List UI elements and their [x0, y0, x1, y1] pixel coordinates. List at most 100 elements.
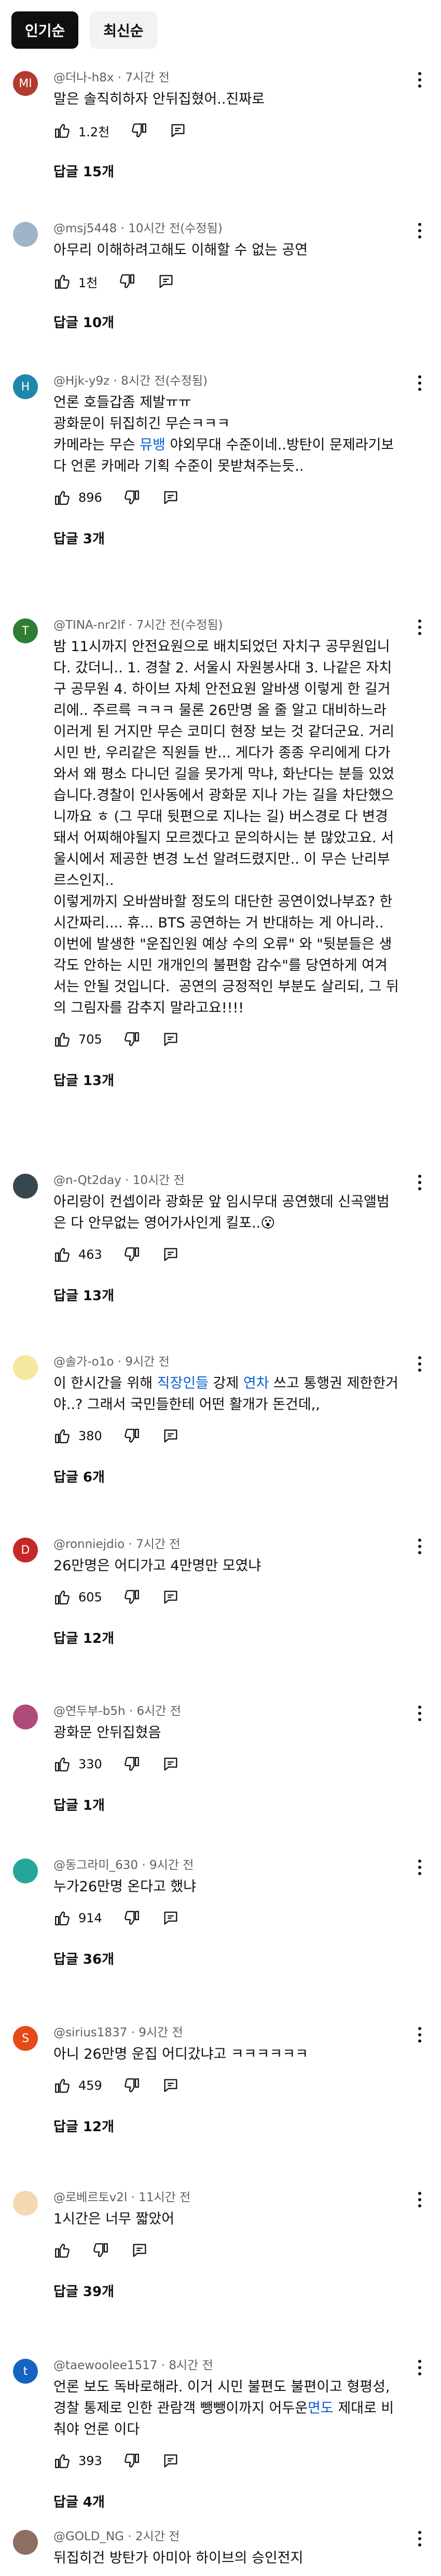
reply-button[interactable]	[157, 273, 175, 290]
dislike-button[interactable]	[123, 1588, 141, 1606]
like-button[interactable]	[53, 2242, 71, 2259]
avatar[interactable]: S	[13, 2026, 38, 2051]
dislike-button[interactable]	[123, 1031, 141, 1048]
reply-button[interactable]	[161, 1031, 180, 1048]
comment-author[interactable]: @taewoolee1517 · 8시간 전	[53, 2358, 399, 2373]
like-button[interactable]: 1.2천	[53, 122, 109, 140]
more-options-icon[interactable]	[417, 223, 422, 242]
reply-button[interactable]	[161, 1755, 180, 1773]
thumbs-down-icon	[123, 1909, 141, 1927]
like-button[interactable]: 459	[53, 2077, 102, 2094]
like-count: 896	[78, 490, 102, 505]
like-button[interactable]: 914	[53, 1909, 102, 1927]
reply-button[interactable]	[161, 1909, 180, 1927]
comment-link[interactable]: 면도	[308, 2400, 334, 2416]
more-options-icon[interactable]	[417, 72, 422, 91]
reply-button[interactable]	[161, 1427, 180, 1445]
comment-actions: 605	[53, 1583, 399, 1612]
more-options-icon[interactable]	[417, 1539, 422, 1557]
avatar[interactable]: MI	[13, 71, 38, 96]
replies-toggle[interactable]: 답글 15개	[53, 161, 399, 184]
like-button[interactable]: 463	[53, 1246, 102, 1263]
like-button[interactable]: 380	[53, 1427, 102, 1445]
avatar[interactable]	[13, 1174, 38, 1199]
more-options-icon[interactable]	[417, 1706, 422, 1724]
dislike-button[interactable]	[123, 1427, 141, 1445]
replies-toggle[interactable]: 답글 12개	[53, 2116, 399, 2138]
thumbs-down-icon	[118, 273, 136, 290]
replies-toggle[interactable]: 답글 13개	[53, 1285, 399, 1307]
avatar[interactable]	[13, 2530, 38, 2555]
more-options-icon[interactable]	[417, 1175, 422, 1193]
like-button[interactable]: 705	[53, 1031, 102, 1048]
dislike-button[interactable]	[92, 2242, 109, 2259]
more-options-icon[interactable]	[417, 375, 422, 394]
reply-button[interactable]	[130, 2242, 149, 2259]
like-button[interactable]: 605	[53, 1588, 102, 1606]
avatar[interactable]	[13, 1859, 38, 1883]
dislike-button[interactable]	[123, 1755, 141, 1773]
like-button[interactable]: 330	[53, 1755, 102, 1773]
replies-toggle[interactable]: 답글 12개	[53, 1627, 399, 1650]
dislike-button[interactable]	[130, 122, 148, 139]
like-button[interactable]: 1천	[53, 273, 98, 291]
comment-author[interactable]: @TINA-nr2lf · 7시간 전(수정됨)	[53, 617, 399, 633]
more-options-icon[interactable]	[417, 2027, 422, 2046]
dislike-button[interactable]	[123, 1909, 141, 1927]
reply-button[interactable]	[169, 122, 187, 139]
reply-button[interactable]	[161, 489, 180, 506]
comment-link[interactable]: 직장인들	[157, 1375, 209, 1391]
thumbs-down-icon	[123, 489, 141, 506]
more-options-icon[interactable]	[417, 2192, 422, 2211]
dislike-button[interactable]	[123, 2452, 141, 2470]
avatar[interactable]: T	[13, 618, 38, 643]
replies-toggle[interactable]: 답글 39개	[53, 2281, 399, 2303]
comment-author[interactable]: @로베르토v2l · 11시간 전	[53, 2190, 399, 2205]
dislike-button[interactable]	[123, 1246, 141, 1263]
comment-author[interactable]: @n-Qt2day · 10시간 전	[53, 1173, 399, 1188]
reply-button[interactable]	[161, 2077, 180, 2094]
more-options-icon[interactable]	[417, 2531, 422, 2550]
replies-toggle[interactable]: 답글 13개	[53, 1069, 399, 1092]
avatar[interactable]: H	[13, 374, 38, 399]
dislike-button[interactable]	[123, 2077, 141, 2094]
avatar[interactable]: t	[13, 2359, 38, 2384]
replies-toggle[interactable]: 답글 36개	[53, 1948, 399, 1971]
replies-toggle[interactable]: 답글 1개	[53, 1794, 399, 1817]
replies-toggle[interactable]: 답글 6개	[53, 1466, 399, 1489]
replies-toggle[interactable]: 답글 3개	[53, 528, 399, 551]
like-button[interactable]: 896	[53, 489, 102, 506]
avatar[interactable]	[13, 2191, 38, 2216]
avatar[interactable]: D	[13, 1538, 38, 1563]
comment-author[interactable]: @연두부-b5h · 6시간 전	[53, 1704, 399, 1719]
more-options-icon[interactable]	[417, 620, 422, 638]
chip-newest[interactable]: 최신순	[90, 11, 157, 49]
more-options-icon[interactable]	[417, 1860, 422, 1878]
reply-button[interactable]	[161, 1588, 180, 1606]
avatar[interactable]	[13, 1355, 38, 1380]
comment-author[interactable]: @ronniejdio · 7시간 전	[53, 1537, 399, 1552]
comment-author[interactable]: @Hjk-y9z · 8시간 전(수정됨)	[53, 373, 399, 389]
dislike-button[interactable]	[118, 273, 136, 290]
comment-text: 누가26만명 온다고 했냐	[53, 1876, 399, 1897]
comment-author[interactable]: @msj5448 · 10시간 전(수정됨)	[53, 221, 399, 236]
reply-button[interactable]	[161, 1246, 180, 1263]
replies-toggle[interactable]: 답글 4개	[53, 2491, 399, 2514]
comment-link[interactable]: 연차	[243, 1375, 269, 1391]
comment-author[interactable]: @동그라미_630 · 9시간 전	[53, 1857, 399, 1873]
avatar[interactable]	[13, 222, 38, 247]
avatar[interactable]	[13, 1705, 38, 1729]
thumbs-down-icon	[123, 1031, 141, 1048]
comment-author[interactable]: @sirius1837 · 9시간 전	[53, 2025, 399, 2040]
comment-link[interactable]: 뮤뱅	[140, 437, 166, 453]
more-options-icon[interactable]	[417, 2360, 422, 2378]
like-button[interactable]: 393	[53, 2452, 102, 2470]
comment-author[interactable]: @솔가-o1o · 9시간 전	[53, 1354, 399, 1370]
chip-popular[interactable]: 인기순	[11, 11, 79, 49]
comment-author[interactable]: @GOLD_NG · 2시간 전	[53, 2529, 399, 2544]
comment-author[interactable]: @더나-h8x · 7시간 전	[53, 70, 399, 86]
replies-toggle[interactable]: 답글 10개	[53, 312, 399, 334]
more-options-icon[interactable]	[417, 1356, 422, 1375]
dislike-button[interactable]	[123, 489, 141, 506]
reply-button[interactable]	[161, 2452, 180, 2470]
